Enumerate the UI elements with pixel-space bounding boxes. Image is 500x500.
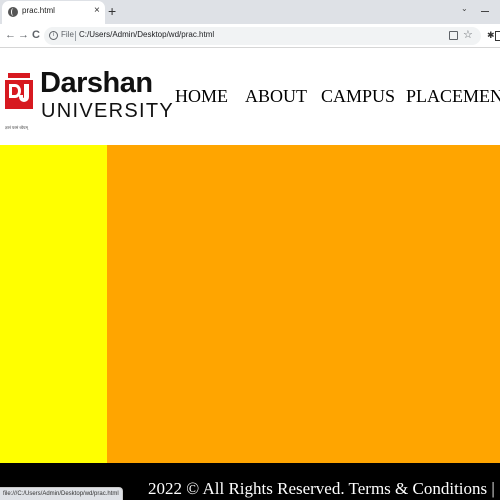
tab-title: prac.html: [22, 6, 55, 15]
url-scheme-label: File: [61, 30, 74, 39]
logo-subtitle: UNIVERSITY: [41, 100, 175, 122]
minimize-icon[interactable]: [481, 11, 489, 12]
browser-toolbar: ← → C i File C:/Users/Admin/Desktop/wd/p…: [0, 24, 500, 48]
browser-tab[interactable]: prac.html ×: [2, 1, 105, 24]
new-tab-button[interactable]: +: [108, 2, 116, 20]
site-header: Darshan UNIVERSITY ज्ञानं परमं ध्येयम् H…: [0, 49, 500, 145]
share-icon[interactable]: [449, 31, 458, 40]
tab-close-button[interactable]: ×: [94, 4, 100, 18]
back-button[interactable]: ←: [5, 29, 16, 42]
globe-icon: [8, 7, 18, 17]
side-panel-icon[interactable]: [495, 31, 500, 41]
nav-home[interactable]: HOME: [175, 85, 228, 107]
tab-search-icon[interactable]: ⌄: [461, 4, 468, 13]
link-status-bubble: file:///C:/Users/Admin/Desktop/wd/prac.h…: [0, 487, 123, 500]
darshan-logo-icon[interactable]: [5, 71, 33, 109]
address-bar[interactable]: i File C:/Users/Admin/Desktop/wd/prac.ht…: [44, 27, 481, 45]
logo-name: Darshan: [40, 67, 153, 99]
logo-tagline: ज्ञानं परमं ध्येयम्: [5, 125, 28, 130]
url-text[interactable]: C:/Users/Admin/Desktop/wd/prac.html: [79, 30, 214, 39]
main-content-column: [107, 145, 500, 463]
nav-placement[interactable]: PLACEMENT: [406, 85, 500, 107]
forward-button[interactable]: →: [18, 29, 29, 42]
info-icon[interactable]: i: [49, 31, 58, 40]
reload-button[interactable]: C: [32, 29, 40, 42]
nav-campus[interactable]: CAMPUS: [321, 85, 395, 107]
extensions-icon[interactable]: ✱: [487, 30, 495, 41]
nav-about[interactable]: ABOUT: [245, 85, 307, 107]
footer-text: 2022 © All Rights Reserved. Terms & Cond…: [148, 479, 495, 498]
address-separator: [75, 31, 76, 41]
bookmark-star-icon[interactable]: ☆: [463, 28, 473, 42]
browser-tab-strip: prac.html × + ⌄: [0, 0, 500, 24]
sidebar-column: [0, 145, 107, 463]
